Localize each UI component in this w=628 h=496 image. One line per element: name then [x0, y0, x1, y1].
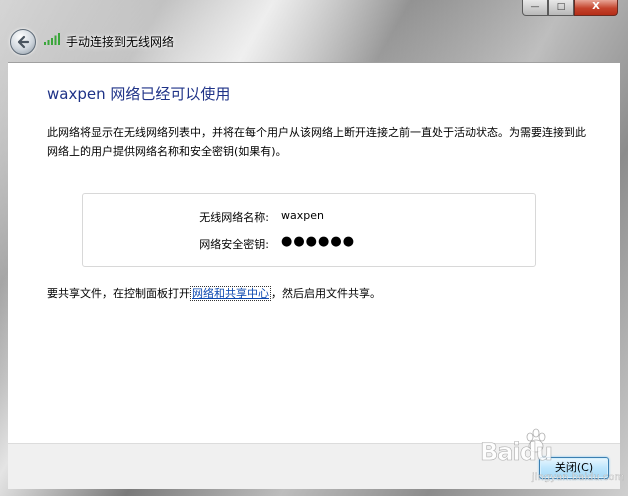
maximize-button[interactable]: □ [548, 0, 574, 16]
window-controls: — □ X [522, 0, 618, 16]
minimize-button[interactable]: — [522, 0, 548, 16]
wizard-window: — □ X 手动连接到无线网络 waxpen 网络已经可以使用 此网络将显示在无… [0, 0, 628, 496]
close-window-button[interactable]: X [574, 0, 618, 16]
security-key-label: 网络安全密钥: [199, 238, 269, 251]
network-sharing-center-link[interactable]: 网络和共享中心 [190, 286, 271, 301]
share-instructions: 要共享文件，在控制面板打开 网络和共享中心 ，然后启用文件共享。 [47, 285, 381, 301]
share-prefix: 要共享文件，在控制面板打开 [47, 287, 190, 300]
network-name-value: waxpen [281, 209, 324, 222]
close-button[interactable]: 关闭(C) [539, 457, 609, 479]
footer-bar: 关闭(C) [8, 443, 620, 489]
content-area: waxpen 网络已经可以使用 此网络将显示在无线网络列表中，并将在每个用户从该… [8, 62, 620, 443]
security-key-value: ●●●●●● [281, 234, 356, 249]
network-info-box: 无线网络名称: waxpen 网络安全密钥: ●●●●●● [82, 193, 536, 267]
page-heading: waxpen 网络已经可以使用 [47, 85, 231, 103]
title-bar: — □ X 手动连接到无线网络 [0, 0, 628, 62]
network-name-label: 无线网络名称: [199, 211, 269, 224]
back-arrow-icon [17, 35, 30, 49]
wireless-signal-icon [44, 33, 60, 45]
back-button[interactable] [10, 29, 36, 55]
window-title: 手动连接到无线网络 [66, 35, 175, 49]
share-suffix: ，然后启用文件共享。 [271, 287, 381, 300]
description-text: 此网络将显示在无线网络列表中，并将在每个用户从该网络上断开连接之前一直处于活动状… [47, 126, 586, 158]
